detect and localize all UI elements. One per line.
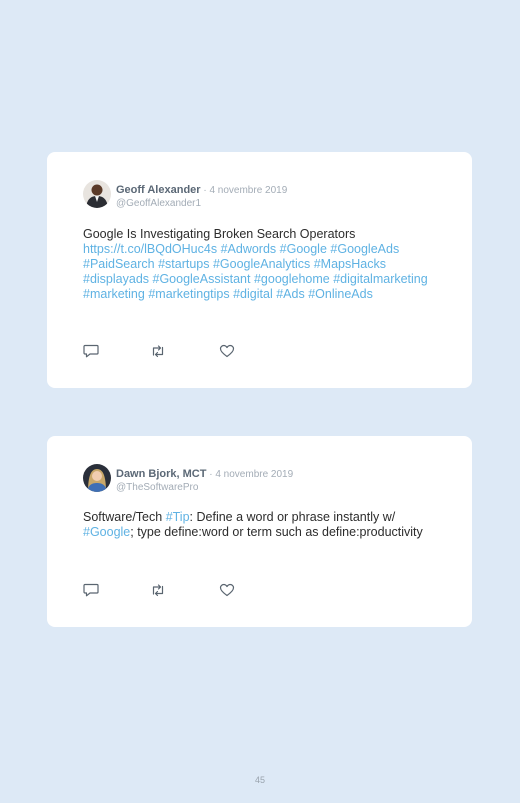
hashtag-link[interactable]: #GoogleAssistant — [153, 272, 251, 286]
tweet-card: Geoff Alexander · 4 novembre 2019 @Geoff… — [47, 152, 472, 388]
tweet-text-segment: : Define a word or phrase instantly w/ — [189, 510, 396, 524]
hashtag-link[interactable]: #digitalmarketing — [333, 272, 428, 286]
tweet-date[interactable]: · 4 novembre 2019 — [206, 469, 293, 480]
retweet-icon[interactable] — [150, 344, 166, 358]
author-handle[interactable]: @TheSoftwarePro — [116, 481, 293, 494]
tweet-text: Software/Tech #Tip: Define a word or phr… — [83, 510, 433, 540]
like-icon[interactable] — [219, 583, 235, 597]
hashtag-link[interactable]: #startups — [158, 257, 209, 271]
author-name[interactable]: Geoff Alexander — [116, 184, 201, 196]
hashtag-link[interactable]: #digital — [233, 287, 273, 301]
avatar[interactable] — [83, 180, 111, 208]
hashtag-link[interactable]: #Google — [83, 525, 130, 539]
hashtag-link[interactable]: #Google — [280, 242, 327, 256]
hashtag-link[interactable]: #Tip — [166, 510, 190, 524]
reply-icon[interactable] — [83, 583, 99, 597]
tweet-text: Google Is Investigating Broken Search Op… — [83, 227, 433, 302]
hashtag-link[interactable]: #Adwords — [221, 242, 277, 256]
tweet-url-link[interactable]: https://t.co/lBQdOHuc4s — [83, 242, 217, 256]
hashtag-link[interactable]: #Ads — [276, 287, 305, 301]
author-handle[interactable]: @GeoffAlexander1 — [116, 197, 287, 210]
tweet-header: Geoff Alexander · 4 novembre 2019 @Geoff… — [116, 182, 287, 210]
tweet-card: Dawn Bjork, MCT · 4 novembre 2019 @TheSo… — [47, 436, 472, 627]
hashtag-link[interactable]: #PaidSearch — [83, 257, 155, 271]
hashtag-link[interactable]: #displayads — [83, 272, 149, 286]
tweet-date[interactable]: · 4 novembre 2019 — [201, 185, 287, 196]
avatar[interactable] — [83, 464, 111, 492]
tweet-header: Dawn Bjork, MCT · 4 novembre 2019 @TheSo… — [116, 466, 293, 494]
hashtag-link[interactable]: #GoogleAnalytics — [213, 257, 310, 271]
like-icon[interactable] — [219, 344, 235, 358]
author-name[interactable]: Dawn Bjork, MCT — [116, 468, 206, 480]
hashtag-link[interactable]: #marketingtips — [148, 287, 229, 301]
tweet-text-line: Google Is Investigating Broken Search Op… — [83, 227, 356, 241]
hashtag-link[interactable]: #marketing — [83, 287, 145, 301]
page-number: 45 — [254, 775, 265, 785]
hashtag-link[interactable]: #GoogleAds — [330, 242, 399, 256]
retweet-icon[interactable] — [150, 583, 166, 597]
hashtag-link[interactable]: #OnlineAds — [308, 287, 373, 301]
tweet-text-segment: ; type define:word or term such as defin… — [130, 525, 423, 539]
tweet-text-segment: Software/Tech — [83, 510, 166, 524]
hashtag-link[interactable]: #MapsHacks — [314, 257, 386, 271]
reply-icon[interactable] — [83, 344, 99, 358]
hashtag-link[interactable]: #googlehome — [254, 272, 330, 286]
